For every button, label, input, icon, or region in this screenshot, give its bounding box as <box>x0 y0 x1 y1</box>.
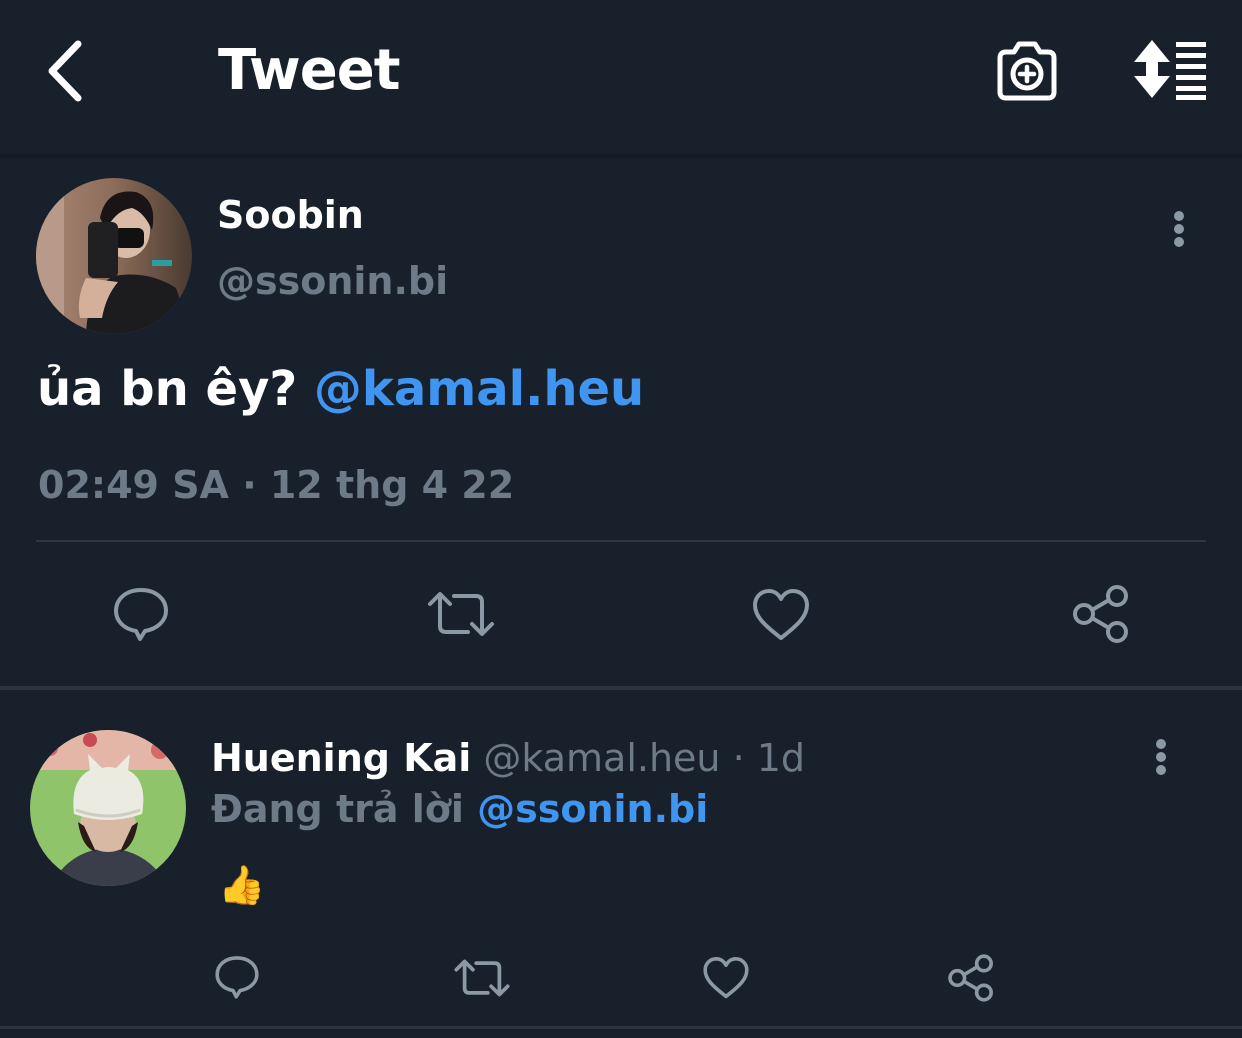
divider <box>36 540 1206 542</box>
tweet-mention-link[interactable]: @kamal.heu <box>314 361 644 417</box>
retweet-icon <box>428 592 494 636</box>
heart-icon <box>703 957 749 999</box>
reply-more-button[interactable] <box>1151 739 1171 783</box>
reply-author-avatar[interactable] <box>30 730 186 886</box>
sort-list-icon <box>1134 40 1206 100</box>
replying-to-label: Đang trả lời <box>211 787 478 831</box>
reply-reply-button[interactable] <box>214 954 260 1004</box>
share-icon <box>1073 585 1128 643</box>
comment-icon <box>114 588 168 641</box>
comment-icon <box>215 956 259 999</box>
sort-button[interactable] <box>1130 38 1210 102</box>
section-divider <box>0 686 1242 690</box>
camera-plus-icon <box>997 41 1057 101</box>
top-bar: Tweet <box>0 0 1242 154</box>
author-handle[interactable]: @ssonin.bi <box>217 258 448 304</box>
header-divider <box>0 154 1242 158</box>
replying-to: Đang trả lời @ssonin.bi <box>211 786 708 832</box>
reply-header: Huening Kai @kamal.heu · 1d <box>211 735 805 781</box>
reply-share-button[interactable] <box>946 953 996 1007</box>
tweet-more-button[interactable] <box>1169 211 1189 255</box>
author-avatar[interactable] <box>36 178 192 334</box>
avatar-image <box>30 730 186 886</box>
heart-icon <box>753 589 809 640</box>
more-dot-icon <box>1174 224 1184 234</box>
retweet-button[interactable] <box>426 588 496 644</box>
tweet-body: ủa bn êy? <box>37 361 314 417</box>
reply-handle-time: @kamal.heu · 1d <box>471 736 806 780</box>
retweet-icon <box>454 959 510 997</box>
camera-button[interactable] <box>994 38 1060 102</box>
tweet-text: ủa bn êy? @kamal.heu <box>37 360 644 418</box>
share-icon <box>948 954 993 1002</box>
back-button[interactable] <box>40 38 96 104</box>
tweet-timestamp: 02:49 SA · 12 thg 4 22 <box>38 463 515 507</box>
avatar-image <box>36 178 192 334</box>
author-name[interactable]: Soobin <box>217 192 364 238</box>
more-dot-icon <box>1174 237 1184 247</box>
like-button[interactable] <box>751 588 811 646</box>
more-dot-icon <box>1174 211 1184 221</box>
reply-text: 👍 <box>218 863 266 907</box>
page-title: Tweet <box>218 38 401 103</box>
replying-to-mention-link[interactable]: @ssonin.bi <box>477 787 708 831</box>
reply-author-name[interactable]: Huening Kai <box>211 736 471 780</box>
share-button[interactable] <box>1070 584 1132 648</box>
reply-retweet-button[interactable] <box>453 956 511 1004</box>
more-dot-icon <box>1156 765 1166 775</box>
reply-like-button[interactable] <box>702 956 750 1004</box>
more-dot-icon <box>1156 739 1166 749</box>
reply-button[interactable] <box>112 586 170 646</box>
bottom-divider <box>0 1026 1242 1029</box>
more-dot-icon <box>1156 752 1166 762</box>
chevron-left-icon <box>48 40 82 102</box>
